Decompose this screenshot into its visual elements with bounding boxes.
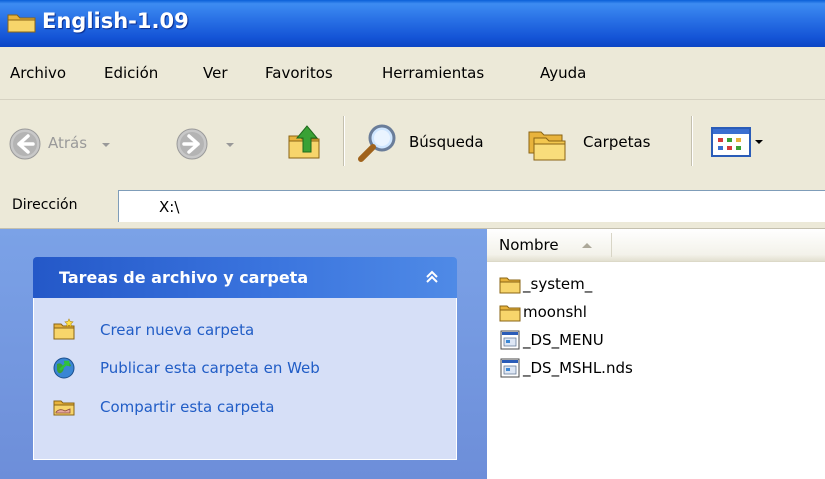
task-panel-body: Crear nueva carpeta Publicar esta carpet…: [33, 298, 457, 460]
file-list-item[interactable]: moonshl: [499, 301, 819, 325]
column-divider[interactable]: [611, 233, 612, 257]
forward-button[interactable]: [175, 125, 235, 165]
file-name: moonshl: [523, 303, 587, 321]
back-label: Atrás: [48, 134, 88, 152]
file-list-item[interactable]: _system_: [499, 273, 819, 297]
file-name: _system_: [523, 275, 593, 293]
task-link-new-folder[interactable]: Crear nueva carpeta: [52, 318, 442, 344]
forward-arrow-icon: [176, 128, 208, 160]
menu-ayuda[interactable]: Ayuda: [540, 64, 586, 82]
folder-icon: [7, 14, 36, 33]
views-button[interactable]: [711, 127, 771, 161]
views-icon: [711, 127, 751, 157]
toolbar-separator: [691, 116, 693, 166]
menu-ver[interactable]: Ver: [203, 64, 228, 82]
file-name: _DS_MSHL.nds: [523, 359, 633, 377]
file-list-view: Nombre _system_ moonshl _DS_MENU _DS_MSH…: [487, 229, 825, 479]
column-header-label: Nombre: [499, 236, 559, 254]
toolbar-separator: [343, 116, 345, 166]
publish-web-icon: [53, 357, 75, 379]
back-button[interactable]: Atrás: [8, 125, 158, 165]
folders-icon: [528, 131, 566, 161]
back-arrow-icon: [9, 128, 41, 160]
file-list-item[interactable]: _DS_MSHL.nds: [499, 357, 819, 381]
task-panel-header[interactable]: Tareas de archivo y carpeta: [33, 257, 457, 298]
search-button[interactable]: Búsqueda: [356, 122, 511, 164]
sort-ascending-icon: [582, 243, 592, 248]
up-folder-icon[interactable]: [285, 122, 323, 162]
folder-icon: [499, 277, 521, 294]
task-link-label: Compartir esta carpeta: [100, 398, 275, 416]
menu-edicion[interactable]: Edición: [104, 64, 158, 82]
toolbar: Atrás Búsqueda Carpetas: [0, 100, 825, 187]
title-bar[interactable]: English-1.09: [0, 0, 825, 47]
task-panel-title: Tareas de archivo y carpeta: [59, 268, 309, 287]
task-link-label: Publicar esta carpeta en Web: [100, 359, 320, 377]
menu-archivo[interactable]: Archivo: [10, 64, 66, 82]
search-label: Búsqueda: [409, 133, 484, 151]
application-file-icon: [500, 358, 520, 378]
menu-herramientas[interactable]: Herramientas: [382, 64, 484, 82]
file-name: _DS_MENU: [523, 331, 604, 349]
new-folder-icon: [53, 318, 75, 340]
forward-dropdown-icon[interactable]: [226, 143, 234, 147]
folders-button[interactable]: Carpetas: [526, 122, 676, 164]
address-value: X:\: [159, 198, 180, 216]
task-pane: Tareas de archivo y carpeta Crear nueva …: [0, 229, 487, 479]
address-input[interactable]: X:\: [118, 190, 825, 222]
application-file-icon: [500, 330, 520, 350]
menu-favoritos[interactable]: Favoritos: [265, 64, 333, 82]
task-link-label: Crear nueva carpeta: [100, 321, 255, 339]
address-bar: Dirección X:\: [0, 186, 825, 229]
column-header-name[interactable]: Nombre: [487, 229, 825, 262]
collapse-chevron-icon[interactable]: [421, 266, 443, 288]
folders-label: Carpetas: [583, 133, 651, 151]
task-link-publish-web[interactable]: Publicar esta carpeta en Web: [52, 356, 442, 382]
folder-icon: [499, 305, 521, 322]
address-label: Dirección: [12, 197, 78, 213]
back-dropdown-icon[interactable]: [102, 143, 110, 147]
file-list-item[interactable]: _DS_MENU: [499, 329, 819, 353]
menu-bar: Archivo Edición Ver Favoritos Herramient…: [0, 47, 825, 100]
search-magnifier-icon: [358, 124, 396, 162]
file-folder-tasks-panel: Tareas de archivo y carpeta Crear nueva …: [33, 257, 457, 460]
window-title: English-1.09: [42, 9, 189, 33]
task-link-share-folder[interactable]: Compartir esta carpeta: [52, 395, 442, 421]
views-dropdown-icon[interactable]: [755, 140, 763, 144]
share-folder-icon: [53, 400, 75, 416]
